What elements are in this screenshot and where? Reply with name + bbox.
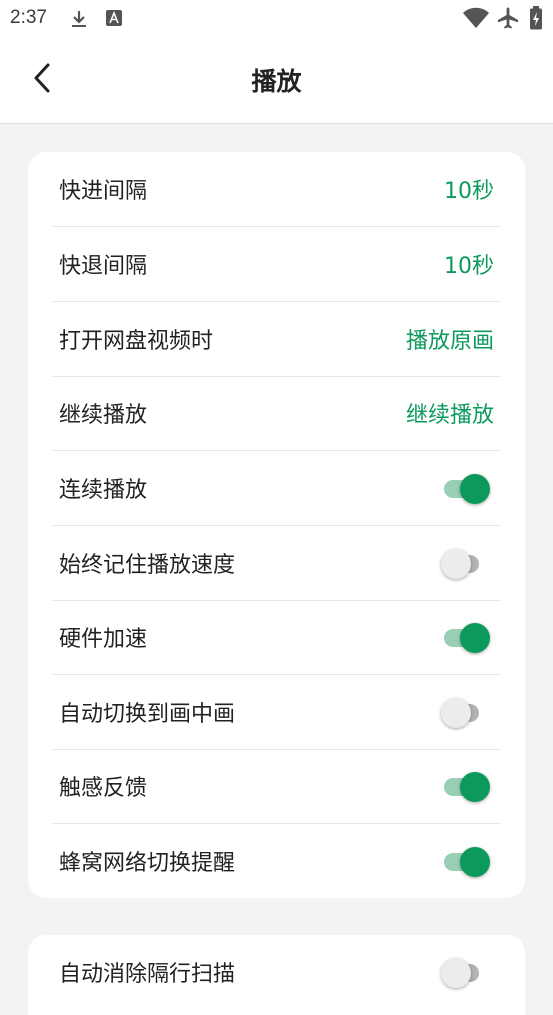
playback-settings-card: 快进间隔 10秒 快退间隔 10秒 打开网盘视频时 播放原画 继续播放 继续播放…: [28, 152, 525, 898]
setting-row-open-cloud-video[interactable]: 打开网盘视频时 播放原画: [52, 302, 501, 377]
setting-label: 硬件加速: [59, 627, 148, 652]
setting-label: 自动消除隔行扫描: [59, 962, 236, 987]
setting-value: 10秒: [444, 254, 494, 279]
setting-label: 始终记住播放速度: [59, 553, 236, 578]
setting-label: 继续播放: [59, 403, 148, 428]
haptic-feedback-toggle[interactable]: [441, 771, 491, 802]
status-bar: 2:37: [0, 0, 553, 40]
setting-label: 连续播放: [59, 478, 148, 503]
status-time: 2:37: [10, 7, 47, 28]
airplane-mode-icon: [496, 6, 520, 34]
setting-value: 10秒: [444, 179, 494, 204]
setting-row-hardware-acceleration: 硬件加速: [52, 600, 501, 675]
battery-charging-icon: [529, 6, 543, 34]
setting-label: 打开网盘视频时: [59, 329, 214, 354]
setting-row-haptic-feedback: 触感反馈: [52, 749, 501, 824]
setting-label: 蜂窝网络切换提醒: [59, 851, 236, 876]
continuous-play-toggle[interactable]: [441, 473, 491, 504]
setting-value: 播放原画: [405, 329, 494, 354]
setting-row-continuous-play: 连续播放: [52, 451, 501, 526]
setting-label: 自动切换到画中画: [59, 702, 236, 727]
setting-row-auto-pip: 自动切换到画中画: [52, 675, 501, 750]
setting-row-deinterlace: 自动消除隔行扫描: [52, 935, 501, 1009]
setting-label: 快进间隔: [59, 179, 148, 204]
app-header: 播放: [0, 40, 553, 124]
setting-row-rewind-interval[interactable]: 快退间隔 10秒: [52, 227, 501, 302]
download-icon: [68, 8, 90, 34]
page-title: 播放: [251, 67, 302, 96]
video-processing-card: 自动消除隔行扫描: [28, 935, 525, 1015]
setting-row-fast-forward-interval[interactable]: 快进间隔 10秒: [52, 152, 501, 227]
cellular-alert-toggle[interactable]: [441, 846, 491, 877]
wifi-icon: [462, 6, 490, 34]
setting-row-cellular-alert: 蜂窝网络切换提醒: [52, 824, 501, 898]
setting-label: 触感反馈: [59, 776, 148, 801]
font-a-icon: [104, 8, 124, 32]
setting-row-remember-speed: 始终记住播放速度: [52, 526, 501, 601]
remember-speed-toggle[interactable]: [441, 548, 491, 579]
auto-pip-toggle[interactable]: [441, 697, 491, 728]
setting-value: 继续播放: [405, 403, 494, 428]
setting-label: 快退间隔: [59, 254, 148, 279]
hardware-acceleration-toggle[interactable]: [441, 622, 491, 653]
setting-row-resume-playback[interactable]: 继续播放 继续播放: [52, 376, 501, 451]
